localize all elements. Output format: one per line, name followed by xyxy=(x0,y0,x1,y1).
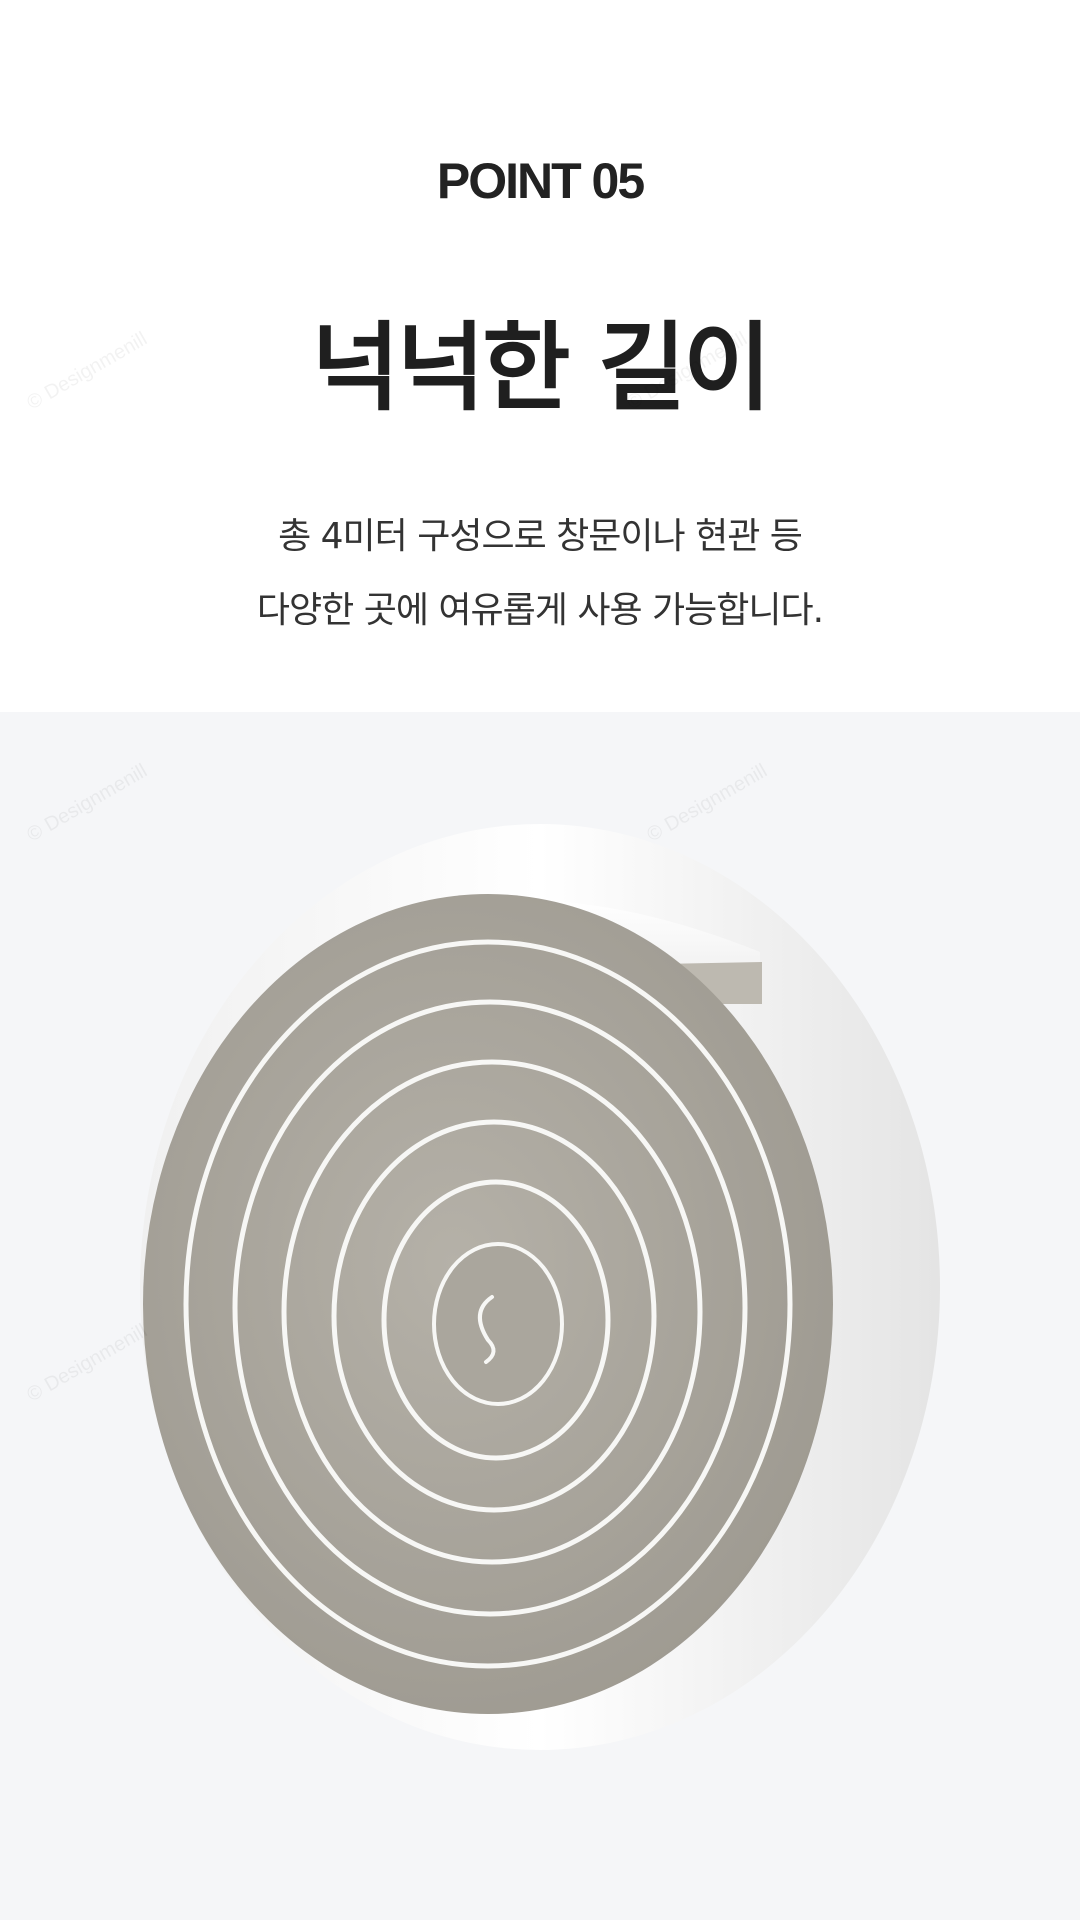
description: 총 4미터 구성으로 창문이나 현관 등 다양한 곳에 여유롭게 사용 가능합니… xyxy=(0,500,1080,648)
description-line-1: 총 4미터 구성으로 창문이나 현관 등 xyxy=(278,516,803,557)
foam-tape-roll-image xyxy=(140,824,940,1750)
headline: 넉넉한 길이 xyxy=(311,312,771,424)
intro-section: POINT 05 넉넉한 길이 총 4미터 구성으로 창문이나 현관 등 다양한… xyxy=(0,0,1080,712)
point-label: POINT 05 xyxy=(436,153,645,209)
product-photo: © Designmenill © Designmenill © Designme… xyxy=(0,712,1080,1920)
description-line-2: 다양한 곳에 여유롭게 사용 가능합니다. xyxy=(256,590,824,631)
